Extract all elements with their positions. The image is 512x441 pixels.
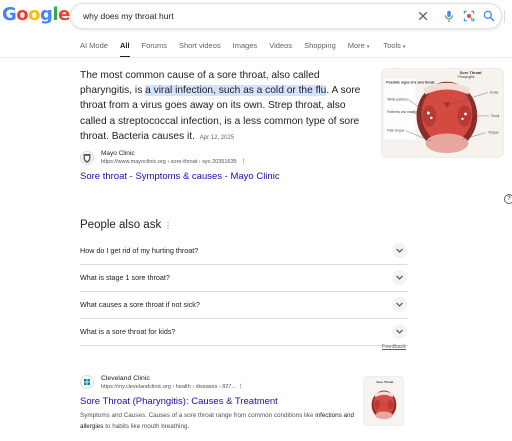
voice-search-icon[interactable] [442,9,456,23]
more-options-icon[interactable]: ⋮ [164,222,172,230]
tab-tools[interactable]: Tools ▾ [383,41,405,55]
caret-down-icon: ▾ [402,44,406,50]
paa-question-text: What is stage 1 sore throat? [80,273,170,282]
search-icon[interactable] [482,9,496,23]
diagram-label: Redness and swelling [387,110,419,114]
paa-question[interactable]: What causes a sore throat if not sick? [80,292,408,319]
mayo-clinic-favicon [80,151,94,165]
snippet-highlight: a viral infection, such as a cold or the… [145,85,327,97]
result-link-mayo[interactable]: Sore throat - Symptoms & causes - Mayo C… [80,171,280,182]
tab-shopping[interactable]: Shopping [304,41,336,55]
tab-label: Videos [269,41,293,50]
tab-all[interactable]: All [119,41,130,58]
paa-question-text: How do I get rid of my hurting throat? [80,246,199,255]
diagram-label: Pale tongue [387,129,404,133]
logo-letter: o [16,4,29,25]
logo-letter: o [28,4,41,25]
desc-text: Symptoms and Causes. Causes of a sore th… [80,412,316,419]
tab-label: Forums [141,41,167,50]
tab-label: More [347,41,365,50]
logo-letter: g [40,4,53,25]
chevron-down-icon[interactable] [392,243,407,258]
result-description: Symptoms and Causes. Causes of a sore th… [80,410,358,432]
source-name: Mayo Clinic [101,150,135,157]
source-name[interactable]: Cleveland Clinic [101,375,150,382]
paa-question[interactable]: How do I get rid of my hurting throat? [80,238,408,265]
sore-throat-diagram[interactable]: Sore Throat Pharyngitis Possible signs o… [381,68,504,158]
desc-text: to habits like mouth breathing. [103,423,190,430]
paa-question-text: What is a sore throat for kids? [80,327,176,336]
source-url-text: https://www.mayoclinic.org › sore-throat… [101,159,237,165]
diagram-subtitle: Pharyngitis [458,75,475,79]
result-thumbnail[interactable]: Sore Throat [363,376,404,426]
tab-videos[interactable]: Videos [269,41,292,55]
logo-letter: e [58,4,70,25]
featured-snippet: The most common cause of a sore throat, … [80,68,370,146]
tabs-divider [0,57,512,58]
result-link-cleveland[interactable]: Sore Throat (Pharyngitis): Causes & Trea… [80,396,278,407]
source-url[interactable]: https://my.clevelandclinic.org › health … [101,384,243,390]
snippet-date: Apr 12, 2025 [199,134,235,141]
tab-forums[interactable]: Forums [142,41,167,55]
caret-down-icon: ▾ [366,44,370,50]
paa-question[interactable]: What is stage 1 sore throat? [80,265,408,292]
diagram-box-title: Possible signs of a sore throat [386,81,435,85]
search-bar [70,3,505,29]
source-url: https://www.mayoclinic.org › sore-throat… [101,159,246,165]
tab-more[interactable]: More ▾ [348,41,370,55]
close-icon[interactable] [416,9,430,23]
paa-question-text: What causes a sore throat if not sick? [80,300,200,309]
google-logo[interactable]: Google [2,4,70,25]
tab-label: AI Mode [80,41,108,50]
chevron-down-icon[interactable] [392,270,407,285]
tab-short-videos[interactable]: Short videos [179,41,221,55]
tab-label: Shopping [304,41,336,50]
tab-images[interactable]: Images [233,41,258,55]
search-divider [504,10,505,23]
logo-letter: G [2,4,17,25]
chevron-down-icon[interactable] [392,324,407,339]
diagram-label: White patches [387,97,408,101]
paa-title: People also ask [80,219,162,231]
source-url-text: https://my.clevelandclinic.org › health … [101,384,237,390]
tab-label: All [119,41,130,50]
image-search-icon[interactable] [462,9,476,23]
feedback-link[interactable]: Feedback [382,344,406,350]
diagram-label: Uvula [490,90,498,94]
diagram-label: Tonsil [491,114,500,118]
diagram-label: Tongue [488,131,499,135]
search-input[interactable] [83,4,403,28]
search-tabs: AI Mode All Forums Short videos Images V… [80,41,417,58]
cleveland-clinic-favicon [80,375,94,389]
paa-question[interactable]: What is a sore throat for kids? [80,319,408,346]
help-icon[interactable]: ? [504,194,512,204]
thumb-title: Sore Throat [376,380,393,384]
chevron-down-icon[interactable] [392,297,407,312]
more-options-icon[interactable]: ⋮ [238,384,244,390]
more-options-icon[interactable]: ⋮ [241,159,247,165]
tab-label: Tools [383,41,401,50]
tab-label: Short videos [178,41,221,50]
tab-label: Images [232,41,258,50]
tab-ai-mode[interactable]: AI Mode [80,41,108,55]
